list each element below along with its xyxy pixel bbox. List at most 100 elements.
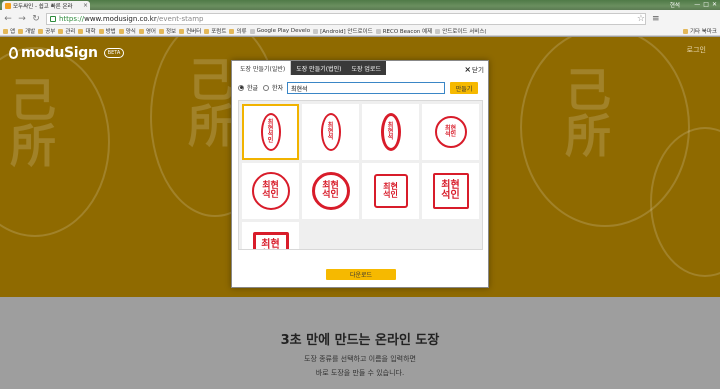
profile-label[interactable]: 현석 [670,1,680,9]
folder-icon [138,28,144,34]
folder-icon [204,28,210,34]
folder-icon [78,28,84,34]
browser-tab[interactable]: 모두싸인 - 쉽고 빠른 온라 × [2,1,90,10]
bookmark-item[interactable]: Google Play Develo [249,28,310,34]
modal-tabs: 도장 만들기(일반) 도장 만들기(법인) 도장 업로드 [235,61,386,75]
bookmark-item[interactable]: 앱 [3,27,15,35]
stamp-grid: 최현석인최현석최현석최현석인최현석인최현석인최현석인최현석인최현석인 [238,100,483,250]
bookmark-item[interactable]: [Android] 안드로이드 [313,27,373,35]
stamp-option[interactable]: 최현석인 [302,163,359,219]
close-window-icon[interactable]: ✕ [712,1,717,8]
folder-icon [58,28,64,34]
minimize-icon[interactable]: — [694,1,700,8]
lock-icon [50,15,56,22]
bookmark-label: 앱 [10,29,16,35]
address-bar[interactable]: https://www.modusign.co.kr/event-stamp ☆ [46,12,646,25]
bookmark-label: 영어 [145,29,156,35]
bookmark-item[interactable]: 의류 [229,27,247,35]
radio-hangul-label: 한글 [247,85,259,92]
stamp-option[interactable]: 최현석인 [422,163,479,219]
bookmark-label: 양식 [125,29,136,35]
folder-icon [98,28,104,34]
close-label: 닫기 [472,66,484,74]
stamp-text: 최현석인 [267,118,274,145]
bookmark-item[interactable]: 공부 [38,27,55,35]
bookmark-label: 의류 [236,29,247,35]
tab-stamp-general[interactable]: 도장 만들기(일반) [235,61,292,75]
bookmark-label: 관리 [65,29,76,35]
radio-hanja[interactable] [263,84,270,91]
bookmark-item[interactable]: 방법 [98,27,116,35]
modusign-favicon-icon [5,2,11,9]
bookmark-label: RECO Beacon 예제 [382,29,433,35]
bookmark-label: [Android] 안드로이드 [320,29,373,35]
watermark-glyph-left: 己所 [10,73,56,173]
bookmark-label: 컨버터 [186,29,202,35]
stamp-preview: 최현석인 [252,232,289,249]
page-icon [313,28,319,34]
stamp-option[interactable]: 최현석 [302,104,359,160]
page-icon [375,28,381,34]
forward-arrow-icon[interactable]: → [18,14,26,24]
bookmark-item[interactable]: 포럼트 [204,27,226,35]
bookmark-label: 대학 [85,29,96,35]
bookmark-star-icon[interactable]: ☆ [637,14,645,24]
location-pin-icon [9,47,18,59]
back-arrow-icon[interactable]: ← [4,14,12,24]
bookmark-item[interactable]: 정보 [158,27,176,35]
stamp-option[interactable]: 최현석인 [242,163,299,219]
tab-title: 모두싸인 - 쉽고 빠른 온라 [13,3,73,10]
url-scheme: https:// [59,14,85,23]
folder-icon [179,28,185,34]
bookmarks-bar: 앱 개발 공부 관리 대학 방법 양식 영어 정보 컨버터 포럼트 의류 Google Play Dev… [0,27,720,36]
bookmark-label: 방법 [105,29,116,35]
stamp-maker-modal: 도장 만들기(일반) 도장 만들기(법인) 도장 업로드 × 닫기 한글 한자 … [231,60,489,288]
page-icon [435,28,441,34]
stamp-text: 최현석인 [383,181,398,199]
browser-menu-icon[interactable]: ≡ [652,14,660,24]
maximize-icon[interactable]: □ [703,1,709,8]
stamp-option[interactable]: 최현석인 [242,222,299,249]
reload-icon[interactable]: ↻ [32,14,40,24]
page-headline: 3초 만에 만드는 온라인 도장 [280,333,440,348]
stamp-preview: 최현석인 [434,116,467,148]
bookmark-item[interactable]: 컨버터 [179,27,201,35]
folder-icon [118,28,124,34]
stamp-option[interactable]: 최현석인 [362,163,419,219]
stamp-option[interactable]: 최현석인 [422,104,479,160]
bookmark-item[interactable]: 대학 [78,27,96,35]
tab-stamp-upload[interactable]: 도장 업로드 [346,61,386,75]
bookmark-label: 공부 [45,29,56,35]
bookmark-item[interactable]: 양식 [118,27,136,35]
stamp-preview: 최현석 [320,113,341,151]
stamp-text: 최현석인 [444,124,457,138]
url-domain: www.modusign.co.kr [84,14,157,23]
tab-close-icon[interactable]: × [83,2,88,9]
page-subtitle-line2: 바로 도장을 만들 수 있습니다. [315,369,405,377]
close-button[interactable]: × 닫기 [464,64,484,75]
browser-toolbar: ← → ↻ https://www.modusign.co.kr/event-s… [0,10,720,27]
make-button[interactable]: 만들기 [450,82,478,94]
bookmark-item[interactable]: RECO Beacon 예제 [375,27,433,35]
stamp-preview: 최현석 [380,113,401,151]
bookmark-item[interactable]: 영어 [138,27,156,35]
radio-hangul[interactable] [238,84,244,91]
stamp-option[interactable]: 최현석 [362,104,419,160]
stamp-option[interactable]: 최현석인 [242,104,299,160]
modusign-logo[interactable]: moduSign BETA [9,45,125,61]
logo-text: moduSign [21,45,98,61]
other-bookmarks-label: 기타 북마크 [689,29,717,35]
script-options: 한글 한자 [238,83,283,92]
bookmark-item[interactable]: 관리 [58,27,75,35]
name-input[interactable] [287,82,445,94]
close-icon: × [464,64,472,74]
bookmark-item[interactable]: 안드로이드 서비스( [435,27,487,35]
download-button[interactable]: 다운로드 [326,269,396,280]
tab-stamp-corporate[interactable]: 도장 만들기(법인) [291,61,347,75]
stamp-text: 최현석 [327,121,334,142]
stamp-text: 최현석 [387,121,394,142]
bookmark-item[interactable]: 개발 [18,27,35,35]
folder-icon [38,28,44,34]
other-bookmarks[interactable]: 기타 북마크 [682,27,717,35]
login-link[interactable]: 로그인 [687,45,706,55]
